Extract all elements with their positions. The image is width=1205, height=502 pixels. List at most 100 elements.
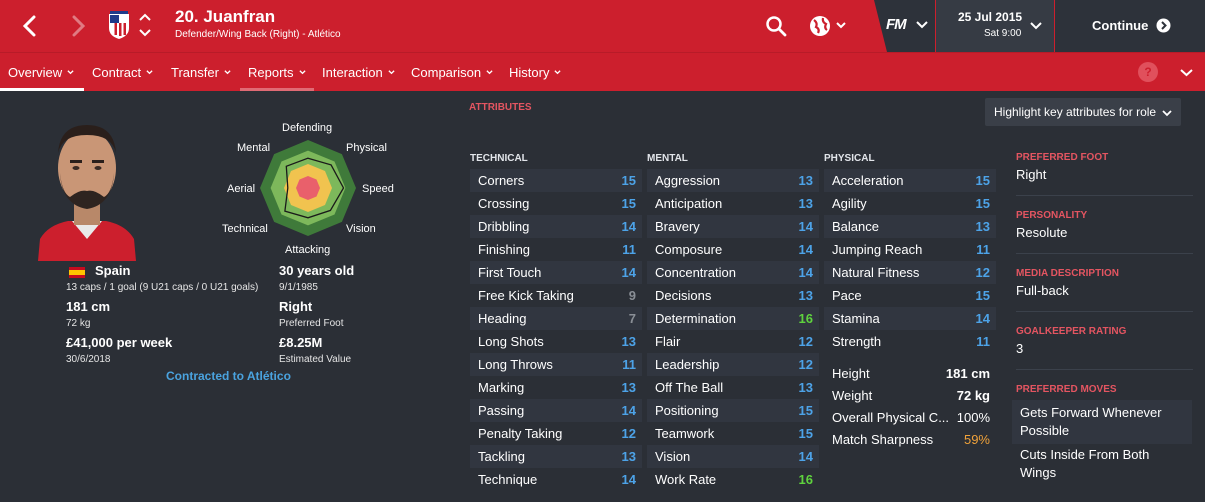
attribute-name: Leadership	[655, 357, 720, 372]
attribute-row[interactable]: Agility 15	[824, 192, 996, 215]
attribute-name: Anticipation	[655, 196, 723, 211]
attribute-row[interactable]: Free Kick Taking 9	[470, 284, 642, 307]
chevron-down-icon	[1030, 22, 1042, 30]
tab-overview[interactable]: Overview	[8, 53, 74, 92]
contract-end: 30/6/2018	[66, 354, 111, 365]
attribute-row[interactable]: Vision 14	[647, 445, 819, 468]
attribute-name: Decisions	[655, 288, 712, 303]
forward-icon[interactable]	[60, 8, 96, 44]
attribute-row[interactable]: Passing 14	[470, 399, 642, 422]
attribute-name: Jumping Reach	[832, 242, 923, 257]
tab-contract[interactable]: Contract	[92, 53, 153, 92]
attribute-row[interactable]: Decisions 13	[647, 284, 819, 307]
attribute-row[interactable]: Technique 14	[470, 468, 642, 491]
attributes-title: ATTRIBUTES	[469, 102, 532, 113]
search-icon[interactable]	[765, 15, 787, 37]
tab-interaction[interactable]: Interaction	[322, 53, 395, 92]
attribute-row[interactable]: Long Shots 13	[470, 330, 642, 353]
attribute-row[interactable]: Bravery 14	[647, 215, 819, 238]
attribute-value: 15	[621, 196, 636, 211]
tab-label: Interaction	[322, 65, 383, 80]
radar-label-defending: Defending	[282, 122, 333, 134]
globe-icon[interactable]	[808, 14, 848, 38]
summary-value: 59%	[963, 431, 990, 447]
attribute-name: Concentration	[655, 265, 736, 280]
attribute-row[interactable]: Off The Ball 13	[647, 376, 819, 399]
attribute-row[interactable]: Penalty Taking 12	[470, 422, 642, 445]
nation[interactable]: Spain	[95, 263, 130, 278]
attribute-row[interactable]: Leadership 12	[647, 353, 819, 376]
tab-comparison[interactable]: Comparison	[411, 53, 493, 92]
preferred-move[interactable]: Cuts Inside From Both Wings	[1012, 442, 1192, 486]
attribute-row[interactable]: Determination 16	[647, 307, 819, 330]
attribute-row[interactable]: Long Throws 11	[470, 353, 642, 376]
attribute-name: Natural Fitness	[832, 265, 920, 280]
tab-label: Comparison	[411, 65, 482, 80]
attribute-name: Work Rate	[655, 472, 717, 487]
attribute-value: 15	[975, 173, 990, 188]
attribute-row[interactable]: Positioning 15	[647, 399, 819, 422]
attribute-value: 13	[621, 380, 636, 395]
attribute-row[interactable]: Acceleration 15	[824, 169, 996, 192]
date-button[interactable]: 25 Jul 2015 Sat 9:00	[936, 0, 1054, 52]
continue-button[interactable]: Continue	[1055, 0, 1205, 52]
attribute-row[interactable]: Aggression 13	[647, 169, 819, 192]
attribute-row[interactable]: Concentration 14	[647, 261, 819, 284]
attribute-row[interactable]: Jumping Reach 11	[824, 238, 996, 261]
attribute-value: 16	[798, 311, 813, 326]
attribute-row[interactable]: Strength 11	[824, 330, 996, 353]
weight: 72 kg	[66, 318, 91, 329]
fm-menu[interactable]: FM	[874, 0, 935, 52]
summary-value: 72 kg	[956, 387, 990, 403]
tab-label: Contract	[92, 65, 142, 80]
attribute-name: Off The Ball	[655, 380, 724, 395]
attribute-row[interactable]: Corners 15	[470, 169, 642, 192]
contracted-link[interactable]: Contracted to Atlético	[166, 369, 291, 383]
attribute-row[interactable]: Marking 13	[470, 376, 642, 399]
attribute-name: Crossing	[478, 196, 530, 211]
tab-transfer[interactable]: Transfer	[171, 53, 231, 92]
tab-reports[interactable]: Reports	[248, 53, 306, 92]
chevron-down-icon	[298, 70, 306, 75]
caps: 13 caps / 1 goal (9 U21 caps / 0 U21 goa…	[66, 282, 259, 293]
attribute-value: 14	[798, 449, 813, 464]
chevron-down-icon	[916, 21, 928, 29]
menu-chevron-icon[interactable]	[1180, 68, 1193, 78]
help-icon[interactable]: ?	[1138, 62, 1158, 82]
age: 30 years old	[279, 263, 355, 278]
divider	[1016, 311, 1193, 312]
preferred-foot-heading: PREFERRED FOOT	[1016, 152, 1109, 163]
media-heading: MEDIA DESCRIPTION	[1016, 268, 1119, 279]
attribute-row[interactable]: Crossing 15	[470, 192, 642, 215]
attribute-row[interactable]: Anticipation 13	[647, 192, 819, 215]
back-icon[interactable]	[12, 8, 48, 44]
estimated-value-label: Estimated Value	[279, 354, 352, 365]
attribute-row[interactable]: Heading 7	[470, 307, 642, 330]
attribute-name: Balance	[832, 219, 879, 234]
attribute-row[interactable]: Flair 12	[647, 330, 819, 353]
attribute-row[interactable]: First Touch 14	[470, 261, 642, 284]
radar-label-attacking: Attacking	[285, 244, 331, 256]
attribute-row[interactable]: Composure 14	[647, 238, 819, 261]
preferred-move[interactable]: Gets Forward Whenever Possible	[1012, 400, 1192, 444]
attribute-row[interactable]: Tackling 13	[470, 445, 642, 468]
attribute-row[interactable]: Teamwork 15	[647, 422, 819, 445]
tab-history[interactable]: History	[509, 53, 562, 92]
attribute-row[interactable]: Balance 13	[824, 215, 996, 238]
club-crest-icon[interactable]	[107, 10, 131, 40]
attribute-value: 14	[798, 265, 813, 280]
attribute-row[interactable]: Work Rate 16	[647, 468, 819, 491]
attribute-row[interactable]: Dribbling 14	[470, 215, 642, 238]
up-down-icon[interactable]	[138, 11, 152, 39]
tab-label: History	[509, 65, 550, 80]
attribute-row[interactable]: Natural Fitness 12	[824, 261, 996, 284]
divider	[1016, 253, 1193, 254]
sub-navigation: Overview Contract Transfer Reports Inter…	[0, 52, 1205, 91]
attribute-row[interactable]: Pace 15	[824, 284, 996, 307]
attribute-name: Heading	[478, 311, 527, 326]
tab-label: Overview	[8, 65, 63, 80]
attribute-row[interactable]: Stamina 14	[824, 307, 996, 330]
highlight-role-dropdown[interactable]: Highlight key attributes for role	[985, 98, 1181, 126]
attribute-name: Composure	[655, 242, 723, 257]
attribute-row[interactable]: Finishing 11	[470, 238, 642, 261]
